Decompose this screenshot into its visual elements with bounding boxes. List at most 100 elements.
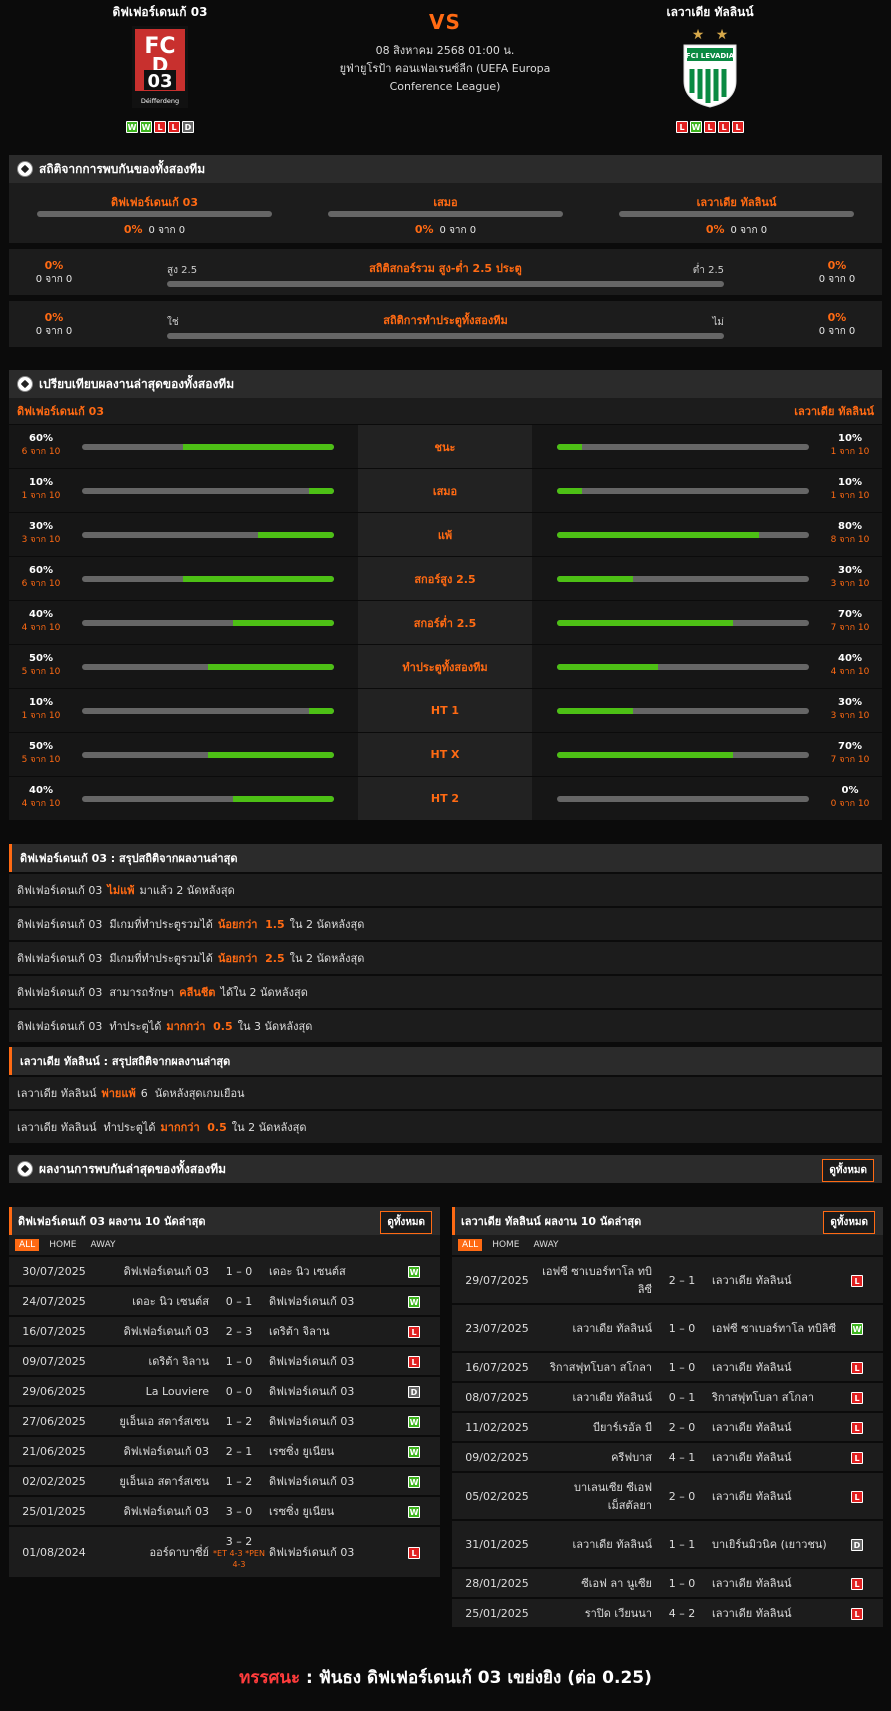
result-row[interactable]: 23/07/2025 เลวาเดีย ทัลลินน์ 1 – 0 เอฟซี ซา… xyxy=(452,1305,883,1351)
result-row[interactable]: 25/01/2025 ราปิด เวียนนา 4 – 2 เลวาเดีย ทัล… xyxy=(452,1599,883,1627)
result-row[interactable]: 21/06/2025 ดิฟเฟอร์เดนเก้ 03 2 – 1 เรซซิ่ง … xyxy=(9,1437,440,1465)
form-badge: W xyxy=(140,121,152,133)
result-row[interactable]: 01/08/2024 ออร์ดาบาซี่ย์ 3 – 2 *ET 4-3 *PEN… xyxy=(9,1527,440,1577)
result-score: 1 – 1 xyxy=(652,1538,712,1551)
result-badge: W xyxy=(408,1475,420,1488)
form-badge: L xyxy=(718,121,730,133)
compare-away-count: 4 จาก 10 xyxy=(830,667,870,677)
btts-bar xyxy=(167,333,724,339)
h2h-see-all-button[interactable]: ดูทั้งหมด xyxy=(822,1159,874,1182)
home-see-all-button[interactable]: ดูทั้งหมด xyxy=(380,1211,432,1234)
compare-away-pct: 0% xyxy=(841,785,859,796)
result-row[interactable]: 30/07/2025 ดิฟเฟอร์เดนเก้ 03 1 – 0 เดอะ นิว… xyxy=(9,1257,440,1285)
h2h-pct: 0% xyxy=(414,223,434,236)
result-row[interactable]: 11/02/2025 บียาร์เรอัล บี 2 – 0 เลวาเดีย ทั… xyxy=(452,1413,883,1441)
compare-away-count: 8 จาก 10 xyxy=(830,535,870,545)
h2h-count: 0 จาก 0 xyxy=(439,225,477,236)
result-row[interactable]: 29/06/2025 La Louviere 0 – 0 ดิฟเฟอร์เดนเก้… xyxy=(9,1377,440,1405)
ou-right-count: 0 จาก 0 xyxy=(818,274,856,285)
result-badge: W xyxy=(408,1415,420,1428)
result-date: 21/06/2025 xyxy=(22,1444,86,1458)
summary-highlight: พ่ายแพ้ xyxy=(101,1087,136,1100)
compare-away-bar xyxy=(557,444,809,450)
result-row[interactable]: 29/07/2025 เอฟซี ซาเบอร์ทาโล ทบิลิซี 2 – 1… xyxy=(452,1257,883,1303)
tab-away[interactable]: AWAY xyxy=(87,1239,120,1251)
h2h-section-title: สถิติจากการพบกันของทั้งสองทีม xyxy=(39,161,206,176)
result-date: 01/08/2024 xyxy=(22,1545,86,1559)
h2h-section-header: สถิติจากการพบกันของทั้งสองทีม xyxy=(9,155,882,183)
result-badge: L xyxy=(851,1421,863,1434)
result-row[interactable]: 09/02/2025 ครีฟบาส 4 – 1 เลวาเดีย ทัลลินน์ L xyxy=(452,1443,883,1471)
match-header: ดิฟเฟอร์เดนเก้ 03 FC D 03 Déifferdeng WW… xyxy=(0,0,891,150)
result-row[interactable]: 24/07/2025 เดอะ นิว เซนต์ส 0 – 1 ดิฟเฟอร์เด… xyxy=(9,1287,440,1315)
compare-away-count: 1 จาก 10 xyxy=(830,491,870,501)
result-outcome: L xyxy=(842,1421,872,1434)
result-row[interactable]: 31/01/2025 เลวาเดีย ทัลลินน์ 1 – 1 บาเยิร์น… xyxy=(452,1521,883,1567)
compare-home-count: 6 จาก 10 xyxy=(21,579,61,589)
h2h-column-label: เลวาเดีย ทัลลินน์ xyxy=(696,196,777,209)
tab-all[interactable]: ALL xyxy=(458,1239,483,1251)
tab-all[interactable]: ALL xyxy=(15,1239,40,1251)
vs-label: VS xyxy=(429,10,461,34)
h2h-column-value: 0% 0 จาก 0 xyxy=(619,223,854,238)
fcd-logo-icon: FC D 03 Déifferdeng xyxy=(132,26,188,108)
result-home-team: ซีเอฟ ลา นูเซีย xyxy=(581,1577,652,1590)
away-see-all-button[interactable]: ดูทั้งหมด xyxy=(823,1211,875,1234)
compare-away-count: 3 จาก 10 xyxy=(830,579,870,589)
compare-row-label: ชนะ xyxy=(358,425,532,468)
ou-left-pct: 0% xyxy=(44,259,64,272)
away-form-badges: LWLLL xyxy=(600,120,820,133)
result-row[interactable]: 05/02/2025 บาเลนเซีย ซีเอฟ เม็สตัลยา 2 – 0… xyxy=(452,1473,883,1519)
result-home-team: เลวาเดีย ทัลลินน์ xyxy=(572,1322,652,1335)
compare-home-value: 40% 4 จาก 10 xyxy=(9,609,73,634)
compare-row-label: HT 2 xyxy=(358,777,532,820)
tab-home[interactable]: HOME xyxy=(488,1239,523,1251)
compare-home-count: 1 จาก 10 xyxy=(21,491,61,501)
compare-away-bar xyxy=(557,576,809,582)
result-row[interactable]: 09/07/2025 เดริต้า จิลาน 1 – 0 ดิฟเฟอร์เดนเ… xyxy=(9,1347,440,1375)
result-row[interactable]: 08/07/2025 เลวาเดีย ทัลลินน์ 0 – 1 ริกาสฟุท… xyxy=(452,1383,883,1411)
match-datetime: 08 สิงหาคม 2568 01:00 น. xyxy=(375,44,515,57)
result-score: 2 – 0 xyxy=(652,1421,712,1434)
compare-home-bar xyxy=(82,708,334,714)
compare-home-bar xyxy=(82,664,334,670)
home-summary-section: ดิฟเฟอร์เดนเก้ 03 : สรุปสถิติจากผลงานล่า… xyxy=(9,844,882,1042)
result-score-value: 1 – 2 xyxy=(225,1474,253,1488)
result-home-team: เลวาเดีย ทัลลินน์ xyxy=(572,1538,652,1551)
summary-row: ดิฟเฟอร์เดนเก้ 03 ไม่แพ้ มาแล้ว 2 นัดหลังส… xyxy=(9,874,882,906)
result-score: 1 – 0 xyxy=(209,1355,269,1368)
result-score: 1 – 2 xyxy=(209,1415,269,1428)
result-home-team: ครีฟบาส xyxy=(611,1451,652,1464)
result-row[interactable]: 25/01/2025 ดิฟเฟอร์เดนเก้ 03 3 – 0 เรซซิ่ง … xyxy=(9,1497,440,1525)
compare-away-pct: 30% xyxy=(838,565,862,576)
match-league[interactable]: ยูฟ่ายูโรป้า คอนเฟอเรนซ์ลีก (UEFA Europa… xyxy=(320,60,570,96)
result-score-value: 4 – 1 xyxy=(668,1450,696,1464)
home-team-logo[interactable]: FC D 03 Déifferdeng xyxy=(50,24,270,110)
result-row[interactable]: 16/07/2025 ดิฟเฟอร์เดนเก้ 03 2 – 3 เดริต้า … xyxy=(9,1317,440,1345)
result-home-team: เอฟซี ซาเบอร์ทาโล ทบิลิซี xyxy=(542,1265,652,1296)
summary-text: ดิฟเฟอร์เดนเก้ 03 สามารถรักษา xyxy=(17,986,175,999)
ou-title: สถิติสกอร์รวม สูง-ต่ำ 2.5 ประตู xyxy=(369,262,522,275)
result-row[interactable]: 02/02/2025 ยูเอ็นเอ สตาร์สเซน 1 – 2 ดิฟเฟอร… xyxy=(9,1467,440,1495)
result-home-team: ยูเอ็นเอ สตาร์สเซน xyxy=(119,1475,209,1488)
result-outcome: W xyxy=(399,1445,429,1458)
ou-bar xyxy=(167,281,724,287)
compare-home-count: 4 จาก 10 xyxy=(21,799,61,809)
result-row[interactable]: 16/07/2025 ริกาสฟุทโบลา สโกลา 1 – 0 เลวาเดี… xyxy=(452,1353,883,1381)
result-row[interactable]: 28/01/2025 ซีเอฟ ลา นูเซีย 1 – 0 เลวาเดีย ท… xyxy=(452,1569,883,1597)
compare-home-value: 50% 5 จาก 10 xyxy=(9,741,73,766)
result-badge: L xyxy=(851,1451,863,1464)
result-row[interactable]: 27/06/2025 ยูเอ็นเอ สตาร์สเซน 1 – 2 ดิฟเฟอร… xyxy=(9,1407,440,1435)
result-date: 29/07/2025 xyxy=(465,1273,529,1287)
form-badge: W xyxy=(690,121,702,133)
away-team-logo[interactable]: ★ ★ FCI LEVADIA xyxy=(600,24,820,110)
tab-home[interactable]: HOME xyxy=(45,1239,80,1251)
compare-home-bar-fill xyxy=(258,532,334,538)
compare-home-value: 60% 6 จาก 10 xyxy=(9,565,73,590)
compare-away-pct: 40% xyxy=(838,653,862,664)
compare-away-value: 70% 7 จาก 10 xyxy=(818,741,882,766)
tab-away[interactable]: AWAY xyxy=(530,1239,563,1251)
result-score: 1 – 0 xyxy=(652,1361,712,1374)
compare-away-bar-fill xyxy=(557,664,658,670)
result-outcome: W xyxy=(399,1475,429,1488)
